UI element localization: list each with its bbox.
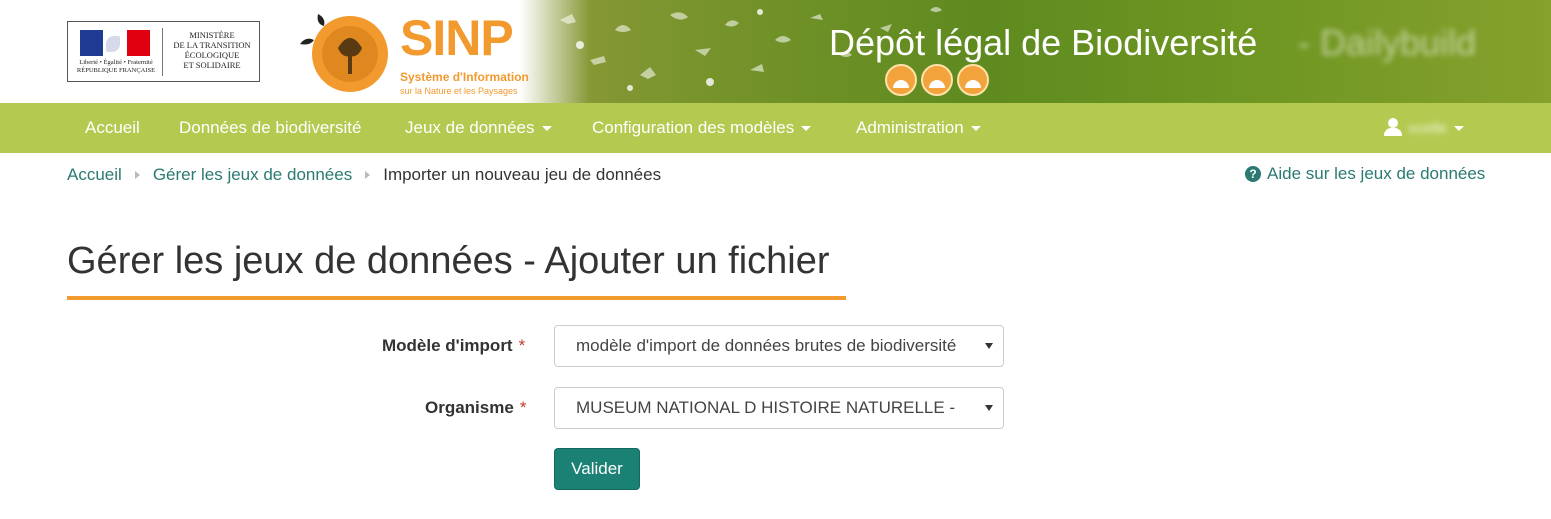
sinp-subtitle-2: sur la Nature et les Paysages xyxy=(400,86,518,96)
title-underline xyxy=(67,296,846,300)
sinp-subtitle: Système d'Information xyxy=(400,70,529,84)
model-select-value: modèle d'import de données brutes de bio… xyxy=(576,336,957,355)
organism-select[interactable]: MUSEUM NATIONAL D HISTOIRE NATURELLE - xyxy=(554,387,1004,429)
model-select[interactable]: modèle d'import de données brutes de bio… xyxy=(554,325,1004,367)
model-label: Modèle d'import * xyxy=(382,336,526,355)
required-mark: * xyxy=(519,398,527,417)
breadcrumb-accueil[interactable]: Accueil xyxy=(67,165,122,185)
question-circle-icon: ? xyxy=(1245,166,1261,182)
user-menu-dropdown[interactable]: ocelle xyxy=(1384,103,1465,153)
ministere-logo: Liberté • Égalité • Fraternité RÉPUBLIQU… xyxy=(67,21,260,82)
header-banner: Liberté • Égalité • Fraternité RÉPUBLIQU… xyxy=(0,0,1551,103)
caret-down-icon xyxy=(1454,126,1465,132)
marianne-flag-icon xyxy=(80,30,150,56)
breadcrumb-current: Importer un nouveau jeu de données xyxy=(383,165,662,184)
organism-select-value: MUSEUM NATIONAL D HISTOIRE NATURELLE - xyxy=(576,398,956,417)
page-title: Gérer les jeux de données - Ajouter un f… xyxy=(67,240,830,282)
breadcrumb: Accueil Gérer les jeux de données Import… xyxy=(67,164,661,186)
user-icon xyxy=(1384,118,1402,136)
build-tag: - Dailybuild xyxy=(1298,22,1477,63)
nav-jeux-de-donnees-dropdown[interactable]: Jeux de données xyxy=(405,103,552,153)
breadcrumb-separator-icon xyxy=(134,171,140,179)
organism-label: Organisme * xyxy=(425,398,527,417)
sun-icon xyxy=(885,64,917,96)
select-caret-icon xyxy=(985,405,993,411)
help-link[interactable]: ? Aide sur les jeux de données xyxy=(1245,164,1485,184)
nav-configuration-modeles-dropdown[interactable]: Configuration des modèles xyxy=(592,103,812,153)
republique-text: RÉPUBLIQUE FRANÇAISE xyxy=(76,67,156,74)
submit-button[interactable]: Valider xyxy=(554,448,640,490)
caret-down-icon xyxy=(801,126,812,132)
nav-administration-dropdown[interactable]: Administration xyxy=(856,103,981,153)
sun-icon xyxy=(957,64,989,96)
user-name: ocelle xyxy=(1408,120,1448,137)
sun-icon xyxy=(921,64,953,96)
breadcrumb-separator-icon xyxy=(365,171,371,179)
breadcrumb-gerer-jeux[interactable]: Gérer les jeux de données xyxy=(153,165,352,185)
required-mark: * xyxy=(518,336,526,355)
caret-down-icon xyxy=(541,126,552,132)
select-caret-icon xyxy=(985,343,993,349)
nav-accueil[interactable]: Accueil xyxy=(85,103,140,153)
sinp-title: SINP xyxy=(400,10,514,66)
ministere-name: MINISTÈRE DE LA TRANSITION ÉCOLOGIQUE ET… xyxy=(173,30,251,70)
nav-donnees-biodiversite[interactable]: Données de biodiversité xyxy=(179,103,361,153)
site-title: Dépôt légal de Biodiversité xyxy=(829,22,1258,63)
main-navbar: Accueil Données de biodiversité Jeux de … xyxy=(0,103,1551,153)
sun-logos xyxy=(885,64,989,96)
caret-down-icon xyxy=(970,126,981,132)
motto-text: Liberté • Égalité • Fraternité xyxy=(79,59,153,66)
